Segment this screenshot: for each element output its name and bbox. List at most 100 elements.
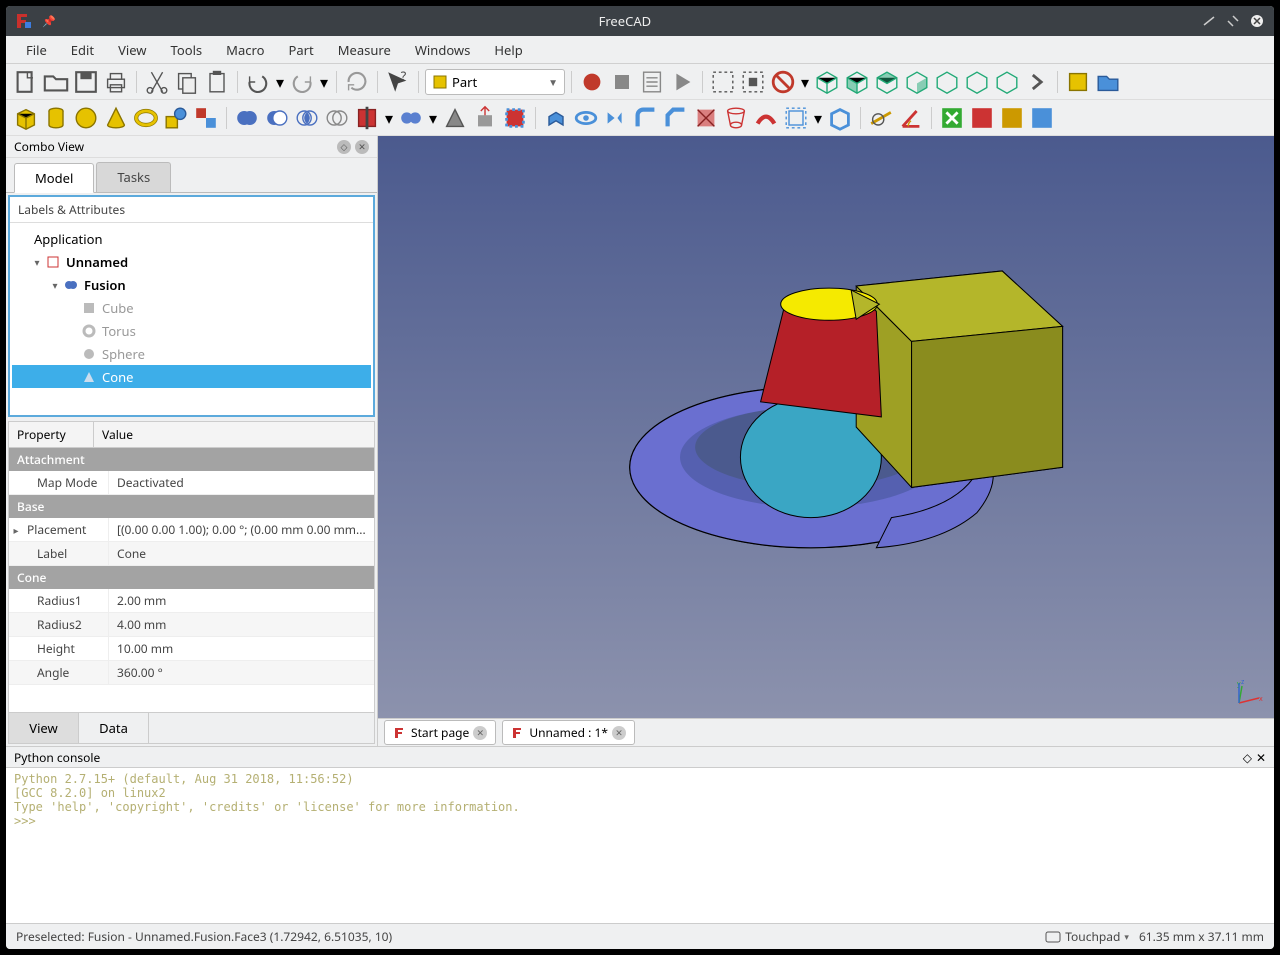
macro-record-icon[interactable] xyxy=(578,68,606,96)
save-icon[interactable] xyxy=(72,68,100,96)
part-wb-icon[interactable] xyxy=(1064,68,1092,96)
torus-icon[interactable] xyxy=(132,104,160,132)
python-console[interactable]: Python 2.7.15+ (default, Aug 31 2018, 11… xyxy=(6,768,1274,923)
close-button[interactable] xyxy=(1248,12,1266,30)
new-icon[interactable] xyxy=(12,68,40,96)
measure-toggle3d-icon[interactable] xyxy=(998,104,1026,132)
boolean-cut-icon[interactable] xyxy=(263,104,291,132)
tree-view[interactable]: Labels & Attributes Application ▾Unnamed… xyxy=(8,195,375,417)
measure-clear-icon[interactable] xyxy=(938,104,966,132)
draw-style-dropdown-icon[interactable]: ▾ xyxy=(799,68,811,96)
split-dropdown-icon[interactable]: ▾ xyxy=(383,104,395,132)
more-icon[interactable] xyxy=(1023,68,1051,96)
nav-style-icon[interactable]: Touchpad ▾ xyxy=(1045,928,1129,945)
sphere-icon[interactable] xyxy=(72,104,100,132)
panel-float-icon[interactable]: ◇ xyxy=(337,140,351,154)
tree-item-torus[interactable]: Torus xyxy=(12,319,371,342)
ruled-icon[interactable] xyxy=(692,104,720,132)
view-iso-icon[interactable] xyxy=(813,68,841,96)
menu-measure[interactable]: Measure xyxy=(326,37,403,63)
redo-icon[interactable] xyxy=(288,68,316,96)
menu-help[interactable]: Help xyxy=(482,37,534,63)
cube-icon[interactable] xyxy=(12,104,40,132)
minimize-button[interactable] xyxy=(1200,12,1218,30)
loft-icon[interactable] xyxy=(722,104,750,132)
join-dropdown-icon[interactable]: ▾ xyxy=(427,104,439,132)
view-bottom-icon[interactable] xyxy=(963,68,991,96)
undo-dropdown-icon[interactable]: ▾ xyxy=(274,68,286,96)
console-float-icon[interactable]: ◇ xyxy=(1243,749,1252,766)
prop-row-radius2[interactable]: Radius24.00 mm xyxy=(9,613,374,637)
join-icon[interactable] xyxy=(397,104,425,132)
extrude-icon[interactable] xyxy=(471,104,499,132)
tab-tasks[interactable]: Tasks xyxy=(96,162,171,192)
macro-play-icon[interactable] xyxy=(668,68,696,96)
prop-row-placement[interactable]: ▸Placement[(0.00 0.00 1.00); 0.00 °; (0.… xyxy=(9,518,374,542)
tab-data[interactable]: Data xyxy=(79,713,149,743)
tree-document[interactable]: ▾Unnamed xyxy=(12,250,371,273)
doc-tab-startpage[interactable]: Start page ✕ xyxy=(384,720,496,745)
measure-angular-icon[interactable] xyxy=(897,104,925,132)
menu-edit[interactable]: Edit xyxy=(59,37,106,63)
section-icon[interactable] xyxy=(501,104,529,132)
boolean-common-icon[interactable] xyxy=(293,104,321,132)
view-front-icon[interactable] xyxy=(843,68,871,96)
menu-macro[interactable]: Macro xyxy=(214,37,276,63)
measure-toggle-icon[interactable] xyxy=(968,104,996,132)
pin-icon[interactable]: 📌 xyxy=(42,14,56,29)
menu-windows[interactable]: Windows xyxy=(403,37,483,63)
whatsthis-icon[interactable]: ? xyxy=(384,68,412,96)
draw-style-icon[interactable] xyxy=(769,68,797,96)
view-right-icon[interactable] xyxy=(903,68,931,96)
sweep-icon[interactable] xyxy=(752,104,780,132)
boolean-fuse-icon[interactable] xyxy=(233,104,261,132)
redo-dropdown-icon[interactable]: ▾ xyxy=(318,68,330,96)
offset3d-icon[interactable] xyxy=(782,104,810,132)
console-close-icon[interactable]: ✕ xyxy=(1256,749,1266,766)
prop-row-mapmode[interactable]: Map ModeDeactivated xyxy=(9,471,374,495)
part-extrude-icon[interactable] xyxy=(542,104,570,132)
maximize-button[interactable] xyxy=(1224,12,1242,30)
doc-tab-unnamed[interactable]: Unnamed : 1* ✕ xyxy=(502,720,635,745)
workbench-selector[interactable]: Part ▼ xyxy=(425,69,565,95)
menu-view[interactable]: View xyxy=(106,37,158,63)
menu-tools[interactable]: Tools xyxy=(159,37,215,63)
cut-icon[interactable] xyxy=(143,68,171,96)
revolve-icon[interactable] xyxy=(572,104,600,132)
fit-all-icon[interactable] xyxy=(709,68,737,96)
cylinder-icon[interactable] xyxy=(42,104,70,132)
macro-stop-icon[interactable] xyxy=(608,68,636,96)
menu-file[interactable]: File xyxy=(14,37,59,63)
group-icon[interactable] xyxy=(1094,68,1122,96)
print-icon[interactable] xyxy=(102,68,130,96)
shapebuilder-icon[interactable] xyxy=(192,104,220,132)
prop-row-radius1[interactable]: Radius12.00 mm xyxy=(9,589,374,613)
prop-row-height[interactable]: Height10.00 mm xyxy=(9,637,374,661)
measure-linear-icon[interactable] xyxy=(867,104,895,132)
tree-root[interactable]: Application xyxy=(12,227,371,250)
refresh-icon[interactable] xyxy=(343,68,371,96)
boolean-icon[interactable] xyxy=(323,104,351,132)
undo-icon[interactable] xyxy=(244,68,272,96)
close-tab-icon[interactable]: ✕ xyxy=(473,726,487,740)
chamfer-icon[interactable] xyxy=(662,104,690,132)
3d-viewport[interactable]: xyz xyxy=(378,136,1274,718)
prop-row-label[interactable]: LabelCone xyxy=(9,542,374,566)
primitives-icon[interactable] xyxy=(162,104,190,132)
tree-fusion[interactable]: ▾Fusion xyxy=(12,273,371,296)
tree-item-cube[interactable]: Cube xyxy=(12,296,371,319)
tab-model[interactable]: Model xyxy=(14,163,94,193)
paste-icon[interactable] xyxy=(203,68,231,96)
property-body[interactable]: Attachment Map ModeDeactivated Base ▸Pla… xyxy=(9,448,374,712)
prop-row-angle[interactable]: Angle360.00 ° xyxy=(9,661,374,685)
copy-icon[interactable] xyxy=(173,68,201,96)
fillet-icon[interactable] xyxy=(632,104,660,132)
fit-selection-icon[interactable] xyxy=(739,68,767,96)
macro-list-icon[interactable] xyxy=(638,68,666,96)
tree-item-sphere[interactable]: Sphere xyxy=(12,342,371,365)
close-tab-icon[interactable]: ✕ xyxy=(612,726,626,740)
mirror-icon[interactable] xyxy=(602,104,630,132)
measure-toggledelta-icon[interactable] xyxy=(1028,104,1056,132)
split-icon[interactable] xyxy=(353,104,381,132)
tab-view[interactable]: View xyxy=(9,713,79,743)
